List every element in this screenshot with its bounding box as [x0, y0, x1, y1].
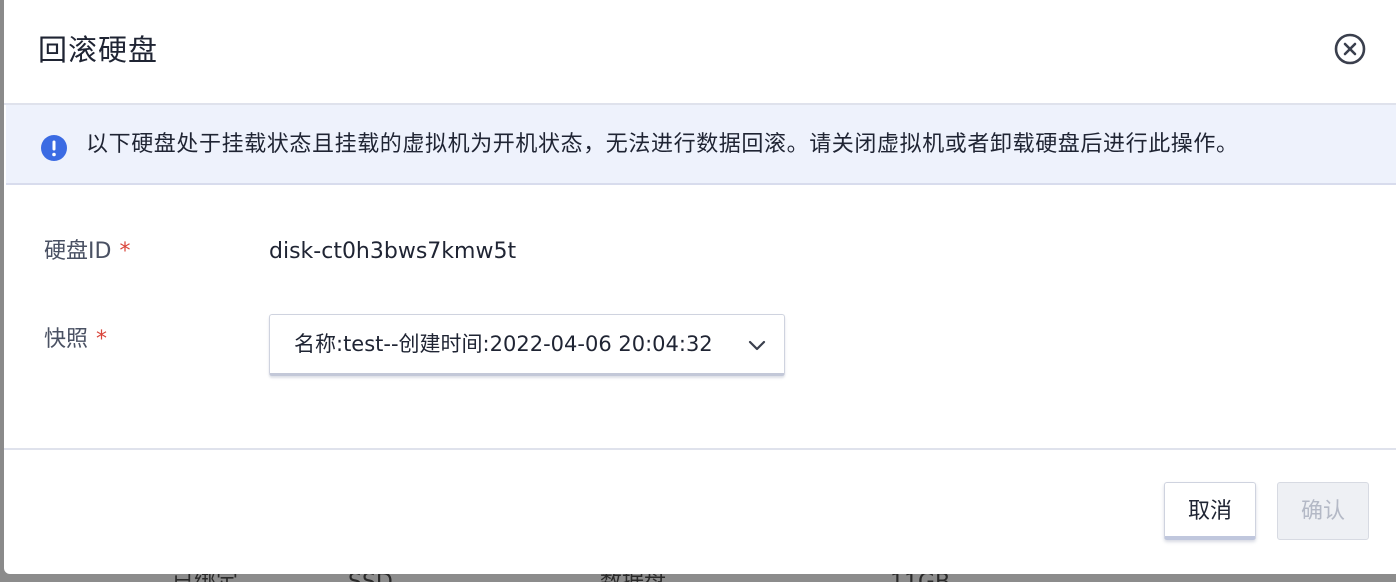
- snapshot-label: 快照 *: [44, 325, 107, 355]
- cancel-button[interactable]: 取消: [1164, 482, 1256, 540]
- snapshot-select[interactable]: 名称:test--创建时间:2022-04-06 20:04:32: [269, 314, 785, 376]
- info-exclamation-icon: [41, 135, 67, 161]
- required-mark: *: [119, 239, 131, 264]
- snapshot-selected-value: 名称:test--创建时间:2022-04-06 20:04:32: [294, 332, 713, 356]
- chevron-down-icon: [748, 337, 766, 351]
- required-mark: *: [96, 327, 108, 352]
- dialog-title: 回滚硬盘: [38, 33, 159, 67]
- warning-alert: 以下硬盘处于挂载状态且挂载的虚拟机为开机状态，无法进行数据回滚。请关闭虚拟机或者…: [6, 105, 1396, 185]
- disk-id-label: 硬盘ID *: [44, 237, 130, 267]
- alert-message: 以下硬盘处于挂载状态且挂载的虚拟机为开机状态，无法进行数据回滚。请关闭虚拟机或者…: [86, 132, 1239, 157]
- footer-divider: [4, 448, 1396, 450]
- close-icon[interactable]: [1334, 33, 1366, 65]
- confirm-button[interactable]: 确认: [1277, 482, 1369, 540]
- disk-id-value: disk-ct0h3bws7kmw5t: [269, 239, 517, 264]
- screen: 已绑定 SSD 数据盘 11GB 回滚硬盘 以下硬盘处于挂载状: [0, 0, 1396, 582]
- disk-id-label-text: 硬盘ID: [44, 239, 112, 264]
- dialog-header: 回滚硬盘: [4, 0, 1396, 105]
- snapshot-label-text: 快照: [44, 327, 89, 352]
- rollback-disk-dialog: 回滚硬盘 以下硬盘处于挂载状态且挂载的虚拟机为开机状态，无法进行数据回滚。请关闭…: [4, 0, 1396, 574]
